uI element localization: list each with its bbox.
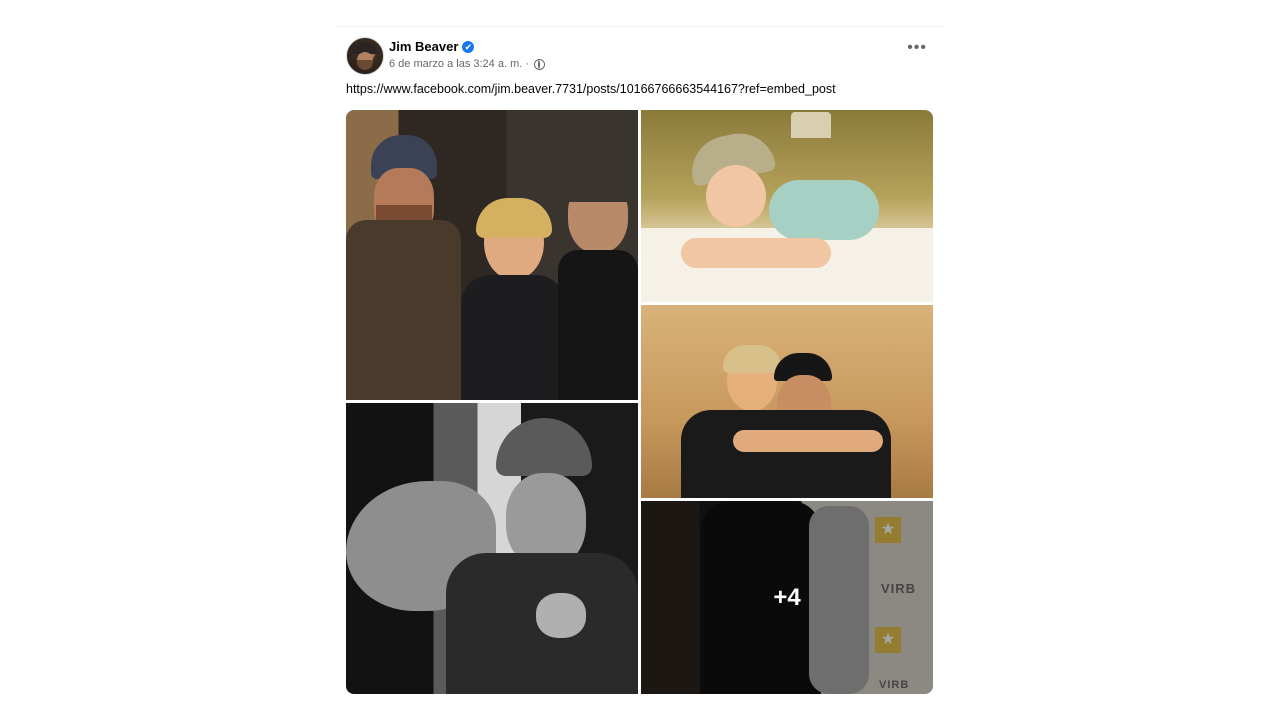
photo-5[interactable]: ★ ★ VIRB VIRB +4 bbox=[641, 501, 933, 694]
hair-shape-2 bbox=[564, 172, 632, 202]
jacket-shape bbox=[346, 220, 461, 400]
verified-badge-icon: ✔ bbox=[462, 40, 475, 53]
photo-3[interactable] bbox=[641, 305, 933, 498]
photo-4[interactable] bbox=[346, 403, 638, 694]
author-row: Jim Beaver ✔ bbox=[389, 39, 475, 54]
post-meta: 6 de marzo a las 3:24 a. m. · bbox=[389, 58, 546, 70]
arm-shape bbox=[733, 430, 883, 452]
more-options-button[interactable]: ••• bbox=[907, 40, 927, 56]
photo-grid: ★ ★ VIRB VIRB +4 bbox=[346, 110, 933, 694]
hair-shape bbox=[476, 198, 552, 238]
face-shape bbox=[706, 165, 766, 227]
vest-shape bbox=[461, 275, 566, 400]
author-name[interactable]: Jim Beaver bbox=[389, 39, 458, 54]
avatar-beard bbox=[357, 60, 373, 70]
facebook-post: Jim Beaver ✔ 6 de marzo a las 3:24 a. m.… bbox=[337, 26, 943, 707]
clothes-shape bbox=[681, 410, 891, 498]
jacket-shape-2 bbox=[558, 250, 638, 400]
more-photos-count: +4 bbox=[773, 583, 801, 611]
photo-1[interactable] bbox=[346, 110, 638, 400]
hand-shape bbox=[536, 593, 586, 638]
more-photos-overlay[interactable]: +4 bbox=[641, 501, 933, 694]
post-timestamp[interactable]: 6 de marzo a las 3:24 a. m. · bbox=[389, 58, 529, 70]
lamp-shade-shape bbox=[791, 112, 831, 138]
cap-shape bbox=[496, 418, 592, 476]
arms-shape bbox=[681, 238, 831, 268]
hair-shape bbox=[723, 345, 781, 373]
photo-2[interactable] bbox=[641, 110, 933, 302]
author-avatar[interactable] bbox=[346, 37, 384, 75]
shirt-shape bbox=[769, 180, 879, 240]
globe-icon bbox=[534, 58, 546, 70]
post-text[interactable]: https://www.facebook.com/jim.beaver.7731… bbox=[346, 82, 836, 96]
